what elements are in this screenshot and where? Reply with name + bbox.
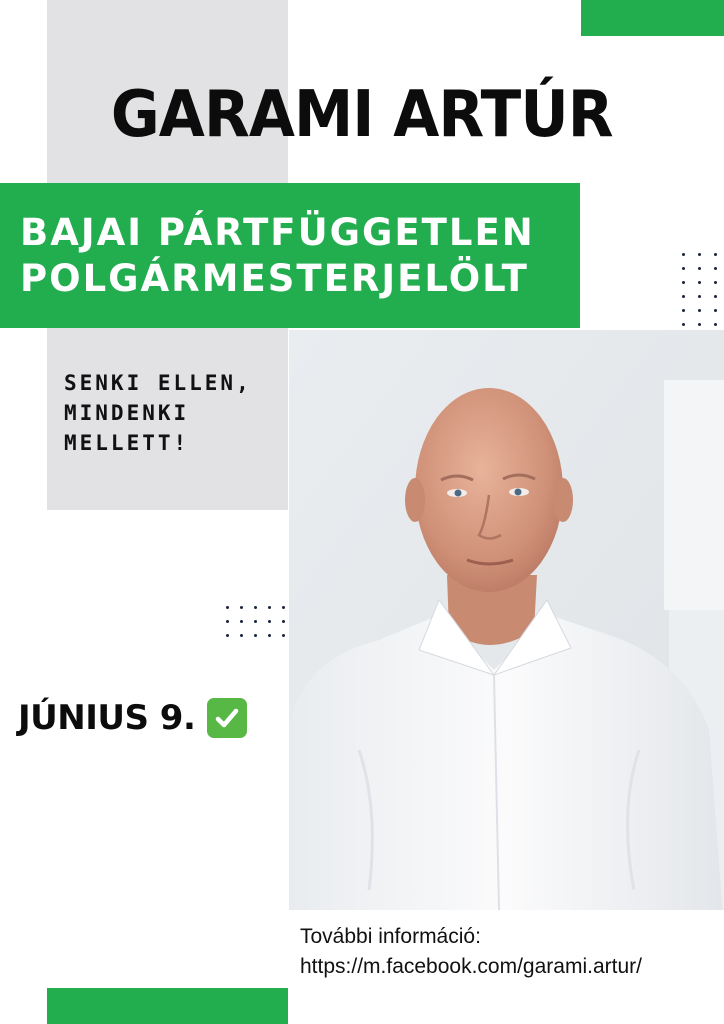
title-band: BAJAI PÁRTFÜGGETLEN POLGÁRMESTERJELÖLT bbox=[0, 183, 580, 328]
bottom-green-accent-bar bbox=[47, 988, 288, 1024]
check-mark-button-icon bbox=[207, 698, 248, 738]
info-block: További információ: https://m.facebook.c… bbox=[300, 922, 642, 982]
slogan-line-2: MINDENKI bbox=[64, 401, 190, 425]
title-line-2: POLGÁRMESTERJELÖLT bbox=[20, 256, 529, 300]
slogan-line-3: MELLETT! bbox=[64, 431, 190, 455]
slogan-line-1: SENKI ELLEN, bbox=[64, 371, 252, 395]
top-green-accent-bar bbox=[581, 0, 724, 36]
title-line-1: BAJAI PÁRTFÜGGETLEN bbox=[20, 210, 535, 254]
candidate-name: GARAMI ARTÚR bbox=[111, 78, 614, 152]
dot-pattern-right bbox=[682, 253, 717, 326]
info-label: További információ: bbox=[300, 925, 481, 948]
slogan: SENKI ELLEN, MINDENKI MELLETT! bbox=[64, 368, 288, 458]
facebook-link[interactable]: https://m.facebook.com/garami.artur/ bbox=[300, 952, 642, 982]
election-date: JÚNIUS 9. bbox=[18, 698, 248, 738]
candidate-photo bbox=[289, 330, 724, 910]
dot-pattern-left bbox=[226, 606, 285, 637]
date-text: JÚNIUS 9. bbox=[18, 698, 196, 738]
